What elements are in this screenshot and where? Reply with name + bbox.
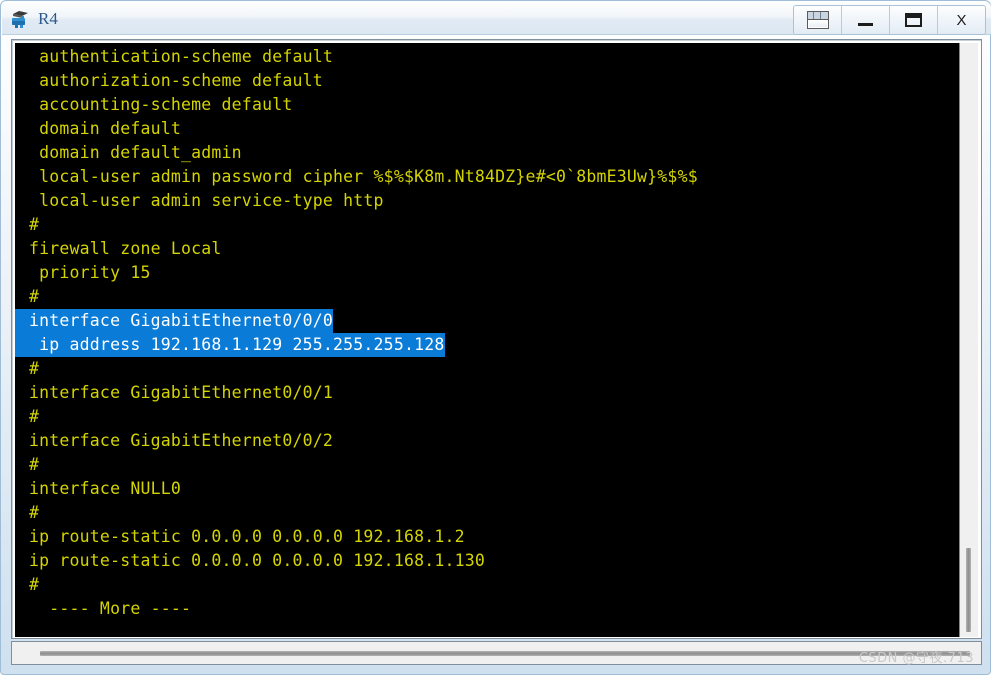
- terminal-line: accounting-scheme default: [15, 93, 959, 117]
- terminal-line: #: [15, 405, 959, 429]
- terminal-line-text: #: [29, 359, 40, 378]
- terminal-line-text: #: [29, 575, 40, 594]
- terminal-line-text: domain default_admin: [29, 143, 242, 162]
- title-bar[interactable]: R4 X: [2, 2, 991, 35]
- terminal-line: interface GigabitEthernet0/0/2: [15, 429, 959, 453]
- vertical-scrollbar-thumb[interactable]: [966, 548, 971, 632]
- terminal-line-text: interface GigabitEthernet0/0/2: [29, 431, 334, 450]
- terminal-line-text: local-user admin password cipher %$%$K8m…: [29, 167, 698, 186]
- terminal-line: #: [15, 213, 959, 237]
- terminal-line: #: [15, 357, 959, 381]
- terminal-line-text: ip route-static 0.0.0.0 0.0.0.0 192.168.…: [29, 527, 465, 546]
- terminal-panel: authentication-scheme default authorizat…: [11, 39, 982, 639]
- terminal-line-text: #: [29, 287, 40, 306]
- terminal-line: ip route-static 0.0.0.0 0.0.0.0 192.168.…: [15, 549, 959, 573]
- maximize-button[interactable]: [890, 6, 938, 34]
- horizontal-scrollbar-thumb[interactable]: [40, 651, 970, 656]
- panel-switch-button[interactable]: [794, 6, 842, 34]
- close-icon: X: [956, 11, 967, 29]
- terminal-line-text: #: [29, 503, 40, 522]
- terminal-line: authorization-scheme default: [15, 69, 959, 93]
- panels-icon: [806, 11, 829, 29]
- terminal-line-text: accounting-scheme default: [29, 95, 293, 114]
- terminal-line-text: #: [29, 407, 40, 426]
- minimize-icon: [858, 22, 873, 26]
- terminal-line: #: [15, 453, 959, 477]
- terminal-line-text: firewall zone Local: [29, 239, 222, 258]
- terminal-line-text: ip address 192.168.1.129 255.255.255.128: [15, 333, 445, 357]
- terminal-line: #: [15, 573, 959, 597]
- terminal-line: ip route-static 0.0.0.0 0.0.0.0 192.168.…: [15, 525, 959, 549]
- terminal-line-text: local-user admin service-type http: [29, 191, 384, 210]
- terminal-line-text: priority 15: [29, 263, 151, 282]
- vertical-scrollbar[interactable]: [959, 43, 978, 637]
- terminal-line: local-user admin password cipher %$%$K8m…: [15, 165, 959, 189]
- terminal-line: domain default_admin: [15, 141, 959, 165]
- terminal-line-text: authentication-scheme default: [29, 47, 334, 66]
- terminal-line: interface NULL0: [15, 477, 959, 501]
- terminal-line: interface GigabitEthernet0/0/1: [15, 381, 959, 405]
- terminal-line-text: interface GigabitEthernet0/0/0: [15, 309, 334, 333]
- terminal-line-text: domain default: [29, 119, 182, 138]
- minimize-button[interactable]: [842, 6, 890, 34]
- terminal-line-text: ip route-static 0.0.0.0 0.0.0.0 192.168.…: [29, 551, 486, 570]
- terminal-line-text: interface GigabitEthernet0/0/1: [29, 383, 334, 402]
- window-controls: X: [793, 5, 986, 35]
- terminal-line: local-user admin service-type http: [15, 189, 959, 213]
- terminal-line: domain default: [15, 117, 959, 141]
- terminal-line: priority 15: [15, 261, 959, 285]
- terminal-line-selected: ip address 192.168.1.129 255.255.255.128: [15, 333, 959, 357]
- terminal-line-text: #: [29, 455, 40, 474]
- terminal-line-text: ---- More ----: [29, 599, 192, 618]
- terminal-line-selected: interface GigabitEthernet0/0/0: [15, 309, 959, 333]
- terminal-line-text: #: [29, 215, 40, 234]
- window-title: R4: [38, 8, 58, 28]
- maximize-icon: [905, 13, 922, 27]
- terminal-line: ---- More ----: [15, 597, 959, 621]
- horizontal-scrollbar[interactable]: [11, 641, 982, 665]
- terminal-line: #: [15, 501, 959, 525]
- terminal-window: R4 X authentication-scheme default autho…: [0, 0, 991, 675]
- terminal-line: firewall zone Local: [15, 237, 959, 261]
- terminal-line-text: interface NULL0: [29, 479, 182, 498]
- terminal-line: #: [15, 285, 959, 309]
- title-bar-left: R4: [10, 2, 58, 35]
- terminal-lines: authentication-scheme default authorizat…: [15, 45, 959, 621]
- router-icon: [10, 8, 32, 30]
- terminal-output[interactable]: authentication-scheme default authorizat…: [15, 43, 959, 637]
- close-button[interactable]: X: [938, 6, 985, 34]
- terminal-line: authentication-scheme default: [15, 45, 959, 69]
- terminal-line-text: authorization-scheme default: [29, 71, 323, 90]
